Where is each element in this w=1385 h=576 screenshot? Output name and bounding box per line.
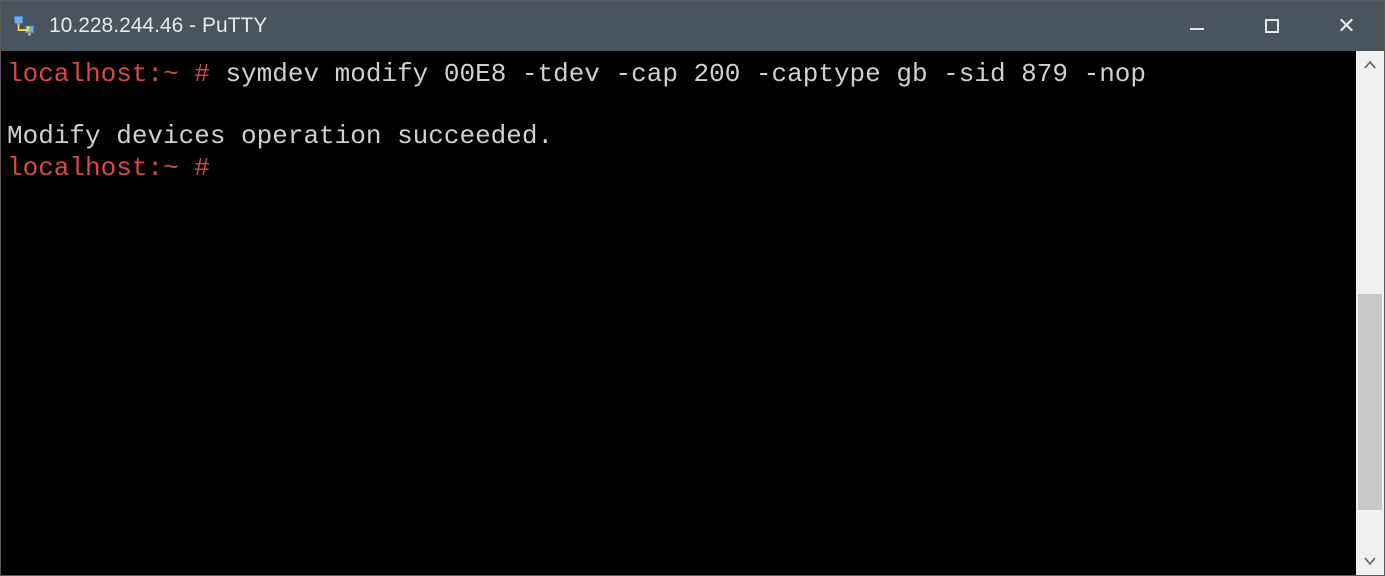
vertical-scrollbar[interactable]: [1356, 51, 1384, 575]
terminal-output: Modify devices operation succeeded.: [7, 121, 553, 151]
maximize-button[interactable]: [1234, 1, 1309, 51]
terminal[interactable]: localhost:~ # symdev modify 00E8 -tdev -…: [1, 51, 1356, 575]
close-icon: ✕: [1337, 15, 1355, 37]
titlebar[interactable]: 10.228.244.46 - PuTTY ✕: [1, 1, 1384, 51]
putty-window: 10.228.244.46 - PuTTY ✕ localhost:~ # sy…: [0, 0, 1385, 576]
window-title: 10.228.244.46 - PuTTY: [49, 14, 1159, 38]
window-controls: ✕: [1159, 1, 1384, 51]
terminal-line: localhost:~ #: [7, 153, 1352, 184]
scroll-track[interactable]: [1356, 79, 1384, 547]
terminal-line: Modify devices operation succeeded.: [7, 121, 1352, 152]
terminal-command: symdev modify 00E8 -tdev -cap 200 -capty…: [210, 59, 1146, 89]
minimize-button[interactable]: [1159, 1, 1234, 51]
terminal-prompt: localhost:~ #: [7, 59, 210, 89]
terminal-line: [7, 90, 1352, 121]
content-area: localhost:~ # symdev modify 00E8 -tdev -…: [1, 51, 1384, 575]
scroll-up-arrow-icon[interactable]: [1356, 51, 1384, 79]
scroll-down-arrow-icon[interactable]: [1356, 547, 1384, 575]
putty-icon: [13, 15, 35, 37]
close-button[interactable]: ✕: [1309, 1, 1384, 51]
maximize-icon: [1265, 19, 1279, 33]
terminal-line: localhost:~ # symdev modify 00E8 -tdev -…: [7, 59, 1352, 90]
terminal-prompt: localhost:~ #: [7, 153, 210, 183]
minimize-icon: [1190, 28, 1204, 30]
scroll-thumb[interactable]: [1358, 294, 1382, 509]
